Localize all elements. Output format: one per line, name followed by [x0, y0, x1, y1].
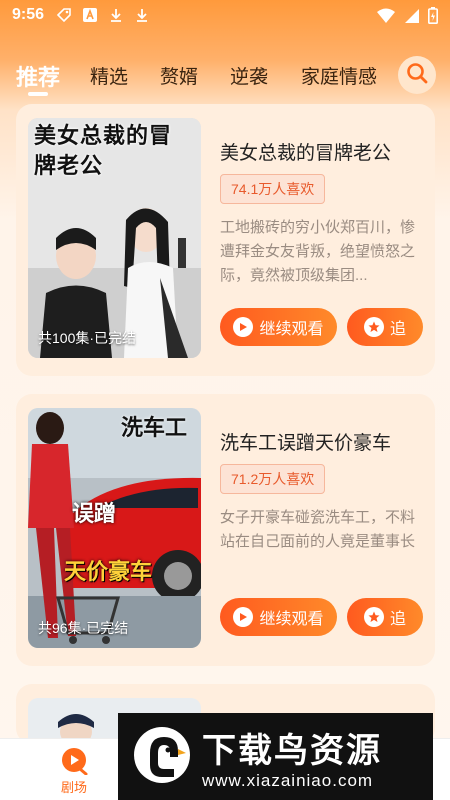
watermark-banner: 下载鸟资源 www.xiazainiao.com	[118, 713, 433, 800]
drama-title[interactable]: 美女总裁的冒牌老公	[220, 138, 391, 165]
app-a-icon	[82, 7, 98, 23]
category-tabs: 推荐 精选 赘婿 逆袭 家庭情感	[0, 52, 450, 100]
tab-featured[interactable]: 精选	[90, 62, 128, 89]
play-icon	[233, 317, 254, 337]
battery-icon	[428, 7, 438, 28]
cover-title-art: 美女总裁的冒牌老公	[34, 124, 173, 179]
follow-button[interactable]: 追	[347, 598, 423, 636]
follow-label: 追	[389, 611, 406, 628]
notification-tag-icon	[56, 7, 72, 23]
likes-badge: 74.1万人喜欢	[220, 174, 326, 204]
active-tab-indicator	[28, 92, 48, 96]
nav-item-theater[interactable]: 剧场	[48, 747, 100, 796]
nav-label-theater: 剧场	[60, 780, 87, 795]
search-icon	[405, 61, 429, 89]
watermark-url: www.xiazainiao.com	[202, 771, 374, 790]
drama-cover[interactable]: 美女总裁的冒牌老公 共100集·已完结	[28, 118, 201, 358]
theater-icon	[60, 747, 88, 776]
star-icon	[363, 607, 384, 627]
tab-recommend[interactable]: 推荐	[16, 60, 60, 92]
play-icon	[233, 607, 254, 627]
status-bar: 9:56	[0, 0, 450, 32]
wifi-icon	[376, 8, 396, 28]
follow-button[interactable]: 追	[347, 308, 423, 346]
cover-title-top: 洗车工	[120, 416, 187, 441]
drama-title[interactable]: 洗车工误蹭天价豪车	[220, 428, 391, 455]
cover-title-bottom: 天价豪车	[64, 560, 153, 585]
signal-icon	[404, 8, 420, 28]
search-button[interactable]	[398, 56, 436, 94]
drama-description: 女子开豪车碰瓷洗车工，不料站在自己面前的人竟是董事长	[220, 509, 416, 550]
tab-family-emotion[interactable]: 家庭情感	[301, 62, 377, 89]
star-icon	[363, 317, 384, 337]
tab-comeback[interactable]: 逆袭	[230, 62, 268, 89]
cover-title-mid: 误蹭	[72, 502, 117, 527]
continue-watching-button[interactable]: 继续观看	[220, 598, 337, 636]
drama-cover[interactable]: 洗车工 误蹭 天价豪车 共96集·已完结	[28, 408, 201, 648]
drama-card[interactable]: 洗车工 误蹭 天价豪车 共96集·已完结 洗车工误蹭天价豪车 71.2万人喜欢 …	[16, 394, 435, 666]
continue-watching-button[interactable]: 继续观看	[220, 308, 337, 346]
continue-watching-label: 继续观看	[259, 321, 324, 338]
tab-son-in-law[interactable]: 赘婿	[160, 62, 198, 89]
watermark-title: 下载鸟资源	[202, 732, 382, 770]
follow-label: 追	[389, 321, 406, 338]
download-icon	[134, 7, 150, 23]
episode-count: 共100集·已完结	[38, 330, 137, 346]
status-time: 9:56	[12, 6, 45, 23]
drama-description: 工地搬砖的穷小伙郑百川，惨遭拜金女友背叛，绝望愤怒之际，竟然被顶级集团...	[220, 219, 416, 284]
episode-count: 共96集·已完结	[38, 620, 129, 636]
likes-badge: 71.2万人喜欢	[220, 464, 326, 494]
download-icon	[108, 7, 124, 23]
continue-watching-label: 继续观看	[259, 611, 324, 628]
drama-card[interactable]: 美女总裁的冒牌老公 共100集·已完结 美女总裁的冒牌老公 74.1万人喜欢 工…	[16, 104, 435, 376]
bird-logo-icon	[132, 723, 192, 789]
